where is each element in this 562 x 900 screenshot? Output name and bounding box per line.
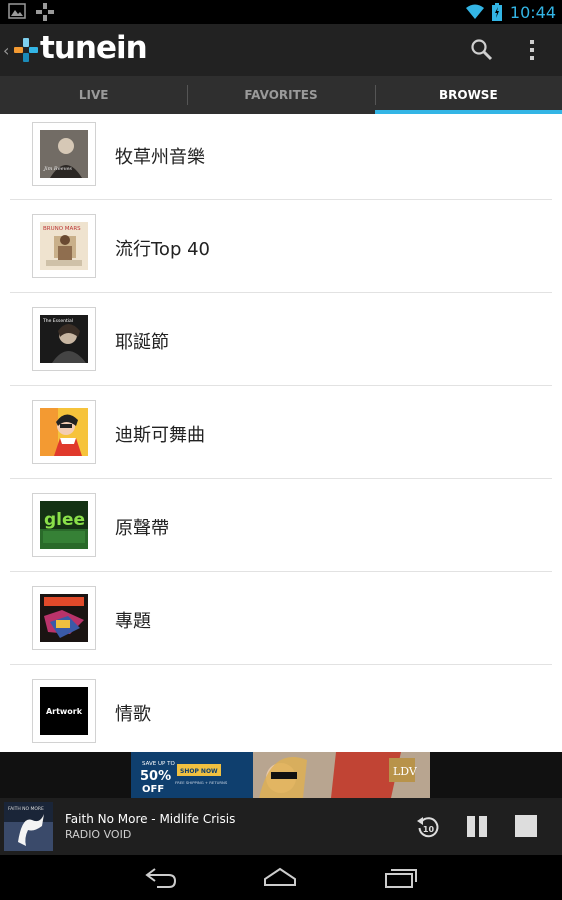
category-thumbnail: Artwork <box>32 679 96 743</box>
album-art-soundtrack: glee <box>40 501 88 549</box>
back-chevron-icon[interactable]: ‹ <box>3 41 9 60</box>
svg-text:10: 10 <box>423 825 435 834</box>
category-thumbnail <box>32 400 96 464</box>
list-item[interactable]: The Essential 耶誕節 <box>10 293 552 386</box>
album-art-features <box>40 594 88 642</box>
tab-favorites[interactable]: FAVORITES <box>187 76 374 114</box>
ad-strip: SAVE UP TO 50% OFF SHOP NOW FREE SHIPPIN… <box>0 752 562 798</box>
category-label: 原聲帶 <box>115 518 169 539</box>
pause-icon[interactable] <box>465 815 489 838</box>
svg-text:The Essential: The Essential <box>42 318 73 324</box>
svg-text:OFF: OFF <box>142 784 164 795</box>
tunein-icon <box>36 3 54 21</box>
notification-icons <box>8 3 54 21</box>
album-art-disco <box>40 408 88 456</box>
clock: 10:44 <box>509 2 556 22</box>
battery-icon <box>491 3 502 21</box>
now-playing-station: RADIO VOID <box>65 828 132 841</box>
category-label: 牧草州音樂 <box>115 147 205 168</box>
recent-apps-icon[interactable] <box>384 867 418 889</box>
status-bar: 10:44 <box>0 0 562 24</box>
svg-text:FREE SHIPPING + RETURNS: FREE SHIPPING + RETURNS <box>175 780 228 785</box>
now-playing-album-art: FAITH NO MORE <box>4 802 53 851</box>
system-nav-bar <box>0 855 562 900</box>
list-item[interactable]: 迪斯可舞曲 <box>10 386 552 479</box>
now-playing-bar[interactable]: FAITH NO MORE Faith No More - Midlife Cr… <box>0 798 562 855</box>
category-thumbnail <box>32 586 96 650</box>
back-icon[interactable] <box>145 867 177 889</box>
svg-text:LDV: LDV <box>393 765 418 778</box>
image-icon <box>8 3 26 19</box>
svg-text:Artwork: Artwork <box>46 707 83 716</box>
tab-browse[interactable]: BROWSE <box>374 76 562 114</box>
list-item[interactable]: Artwork 情歌 <box>10 665 552 752</box>
action-bar: ‹ tunein <box>0 24 562 76</box>
home-icon[interactable] <box>262 867 298 889</box>
svg-text:Jim Reeves: Jim Reeves <box>43 166 72 172</box>
album-art-love-songs: Artwork <box>40 687 88 735</box>
tab-live[interactable]: LIVE <box>0 76 187 114</box>
rewind-10-icon[interactable]: 10 <box>416 815 440 839</box>
list-item[interactable]: 專題 <box>10 572 552 665</box>
category-label: 迪斯可舞曲 <box>115 425 205 446</box>
list-item[interactable]: BRUNO MARS 流行Top 40 <box>10 200 552 293</box>
svg-text:SHOP NOW: SHOP NOW <box>180 768 218 775</box>
album-art-pop: BRUNO MARS <box>40 222 88 270</box>
system-tray: 10:44 <box>465 0 556 24</box>
category-label: 情歌 <box>115 704 151 725</box>
ad-banner[interactable]: SAVE UP TO 50% OFF SHOP NOW FREE SHIPPIN… <box>131 752 430 798</box>
album-art-christmas: The Essential <box>40 315 88 363</box>
svg-text:BRUNO MARS: BRUNO MARS <box>43 226 81 232</box>
svg-text:FAITH NO MORE: FAITH NO MORE <box>8 806 44 812</box>
category-thumbnail: The Essential <box>32 307 96 371</box>
list-item[interactable]: Jim Reeves 牧草州音樂 <box>10 114 552 200</box>
list-item[interactable]: glee 原聲帶 <box>10 479 552 572</box>
svg-text:SAVE UP TO: SAVE UP TO <box>142 761 175 767</box>
category-label: 流行Top 40 <box>115 239 211 260</box>
stop-icon[interactable] <box>514 815 538 838</box>
svg-text:glee: glee <box>44 510 85 530</box>
album-art-country: Jim Reeves <box>40 130 88 178</box>
wifi-icon <box>465 4 484 19</box>
now-playing-title: Faith No More - Midlife Crisis <box>65 812 236 826</box>
tunein-logo-icon[interactable] <box>14 38 38 62</box>
browse-list[interactable]: Jim Reeves 牧草州音樂 BRUNO MARS 流行Top 40 The… <box>0 114 562 752</box>
tab-bar: LIVE FAVORITES BROWSE <box>0 76 562 114</box>
category-thumbnail: Jim Reeves <box>32 122 96 186</box>
category-label: 耶誕節 <box>115 332 169 353</box>
category-thumbnail: glee <box>32 493 96 557</box>
category-label: 專題 <box>115 611 151 632</box>
category-thumbnail: BRUNO MARS <box>32 214 96 278</box>
app-logo-text[interactable]: tunein <box>40 30 148 66</box>
search-icon[interactable] <box>470 38 494 62</box>
svg-text:50%: 50% <box>140 769 171 784</box>
overflow-menu-icon[interactable] <box>525 38 539 62</box>
